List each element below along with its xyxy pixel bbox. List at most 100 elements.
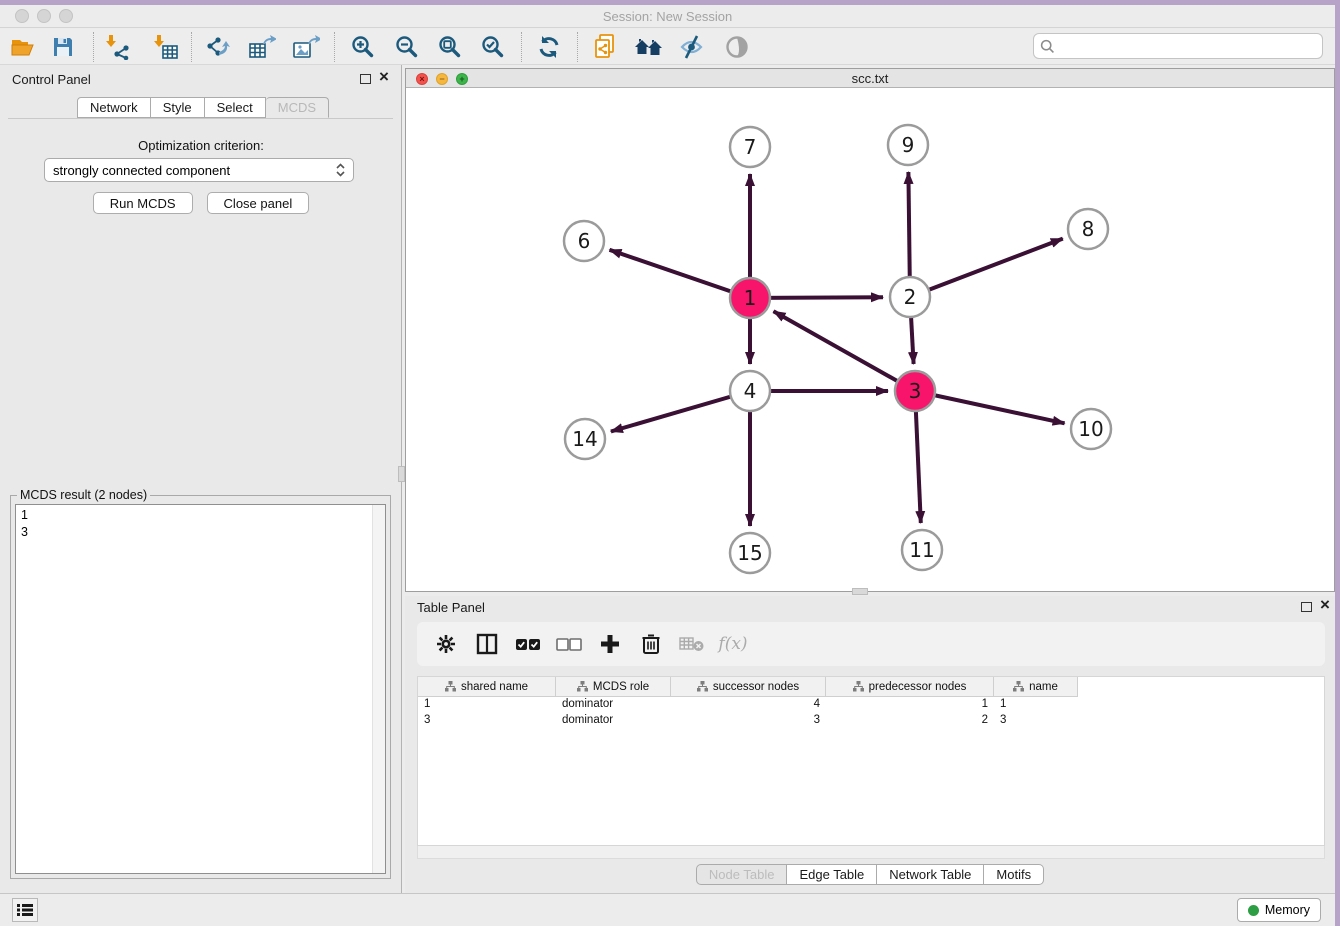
node-9[interactable]: 9 (888, 125, 928, 165)
tab-mcds[interactable]: MCDS (266, 97, 329, 118)
panel-divider-grip-vertical[interactable] (398, 466, 405, 482)
select-all-checked-icon[interactable] (515, 631, 541, 657)
column-header-successor-nodes[interactable]: successor nodes (671, 677, 826, 697)
table-cell[interactable]: 1 (418, 697, 556, 713)
close-panel-icon[interactable]: × (379, 68, 389, 86)
application-window: Session: New Session (0, 0, 1340, 926)
node-6[interactable]: 6 (564, 221, 604, 261)
column-header-predecessor-nodes[interactable]: predecessor nodes (826, 677, 994, 697)
node-1[interactable]: 1 (730, 278, 770, 318)
column-type-icon (697, 681, 708, 692)
table-cell[interactable]: 2 (826, 713, 994, 729)
run-mcds-button[interactable]: Run MCDS (93, 192, 193, 214)
control-panel-tabs: NetworkStyleSelectMCDS (77, 97, 329, 118)
network-window-title: scc.txt (406, 71, 1334, 86)
node-15[interactable]: 15 (730, 533, 770, 573)
desktop-edge-right (1335, 0, 1340, 926)
svg-text:8: 8 (1082, 217, 1095, 241)
preview-eye-icon (722, 33, 752, 61)
edge-3-10[interactable] (915, 391, 1065, 423)
edge-2-8[interactable] (910, 239, 1063, 297)
export-image-icon[interactable] (291, 33, 321, 61)
close-table-panel-icon[interactable]: × (1320, 596, 1330, 614)
tab-motifs[interactable]: Motifs (984, 864, 1044, 885)
table-cell[interactable]: 3 (671, 713, 826, 729)
node-3[interactable]: 3 (895, 371, 935, 411)
svg-text:15: 15 (737, 541, 762, 565)
settings-gear-icon[interactable] (433, 631, 459, 657)
tab-edge-table[interactable]: Edge Table (787, 864, 877, 885)
panel-divider-grip-horizontal[interactable] (852, 588, 868, 595)
node-11[interactable]: 11 (902, 530, 942, 570)
zoom-out-icon[interactable] (392, 33, 422, 61)
task-history-button[interactable] (12, 898, 38, 922)
memory-status-icon (1248, 905, 1259, 916)
column-header-name[interactable]: name (994, 677, 1078, 697)
export-network-icon[interactable] (203, 33, 233, 61)
mcds-result-scrollbar[interactable] (372, 505, 385, 873)
table-cell[interactable]: 3 (418, 713, 556, 729)
table-cell[interactable]: dominator (556, 713, 671, 729)
tab-network[interactable]: Network (77, 97, 151, 118)
svg-text:1: 1 (744, 286, 757, 310)
zoom-in-icon[interactable] (348, 33, 378, 61)
table-cell[interactable]: 1 (994, 697, 1078, 713)
table-row[interactable]: 3dominator323 (418, 713, 1324, 729)
table-cell[interactable]: 3 (994, 713, 1078, 729)
export-table-icon[interactable] (247, 33, 277, 61)
refresh-view-icon[interactable] (534, 33, 564, 61)
optimization-criterion-select[interactable]: strongly connected component (44, 158, 354, 182)
table-row[interactable]: 1dominator411 (418, 697, 1324, 713)
edge-1-6[interactable] (610, 250, 751, 298)
svg-text:9: 9 (902, 133, 915, 157)
float-panel-icon[interactable] (360, 74, 371, 84)
global-search-field[interactable] (1033, 33, 1323, 59)
column-type-icon (445, 681, 456, 692)
toggle-hide-icon[interactable] (677, 33, 707, 61)
column-header-MCDS-role[interactable]: MCDS role (556, 677, 671, 697)
svg-text:3: 3 (909, 379, 922, 403)
svg-text:6: 6 (578, 229, 591, 253)
node-10[interactable]: 10 (1071, 409, 1111, 449)
close-panel-button[interactable]: Close panel (207, 192, 310, 214)
optimization-criterion-label: Optimization criterion: (0, 138, 402, 153)
node-2[interactable]: 2 (890, 277, 930, 317)
edge-4-14[interactable] (611, 391, 750, 432)
deselect-all-icon[interactable] (556, 631, 582, 657)
tab-select[interactable]: Select (205, 97, 266, 118)
return-to-home-icon[interactable] (634, 33, 664, 61)
memory-label: Memory (1265, 903, 1310, 917)
import-network-icon[interactable] (103, 33, 133, 61)
import-table-icon[interactable] (151, 33, 181, 61)
table-cell[interactable]: 4 (671, 697, 826, 713)
network-window-titlebar[interactable]: × − + scc.txt (406, 69, 1334, 88)
table-cell[interactable]: 1 (826, 697, 994, 713)
tab-node-table[interactable]: Node Table (696, 864, 788, 885)
toolbar-separator (577, 32, 578, 62)
mcds-result-title: MCDS result (2 nodes) (17, 488, 150, 502)
float-table-panel-icon[interactable] (1301, 602, 1312, 612)
open-file-icon[interactable] (8, 33, 38, 61)
node-4[interactable]: 4 (730, 371, 770, 411)
mcds-result-text[interactable]: 1 3 (15, 504, 386, 874)
tab-network-table[interactable]: Network Table (877, 864, 984, 885)
column-layout-icon[interactable] (474, 631, 500, 657)
delete-column-icon[interactable] (638, 631, 664, 657)
memory-button[interactable]: Memory (1237, 898, 1321, 922)
edge-3-1[interactable] (774, 311, 916, 391)
node-7[interactable]: 7 (730, 127, 770, 167)
copy-view-icon[interactable] (590, 33, 620, 61)
node-8[interactable]: 8 (1068, 209, 1108, 249)
network-canvas[interactable]: 7 9 6 8 1 2 4 3 14 10 15 11 (406, 88, 1334, 591)
tab-style[interactable]: Style (151, 97, 205, 118)
svg-text:2: 2 (904, 285, 917, 309)
node-14[interactable]: 14 (565, 419, 605, 459)
search-input[interactable] (1059, 39, 1322, 54)
zoom-fit-icon[interactable] (435, 33, 465, 61)
column-header-shared-name[interactable]: shared name (418, 677, 556, 697)
table-cell[interactable]: dominator (556, 697, 671, 713)
add-column-icon[interactable] (597, 631, 623, 657)
table-horizontal-scrollbar[interactable] (417, 846, 1325, 859)
zoom-selected-icon[interactable] (478, 33, 508, 61)
save-session-icon[interactable] (48, 33, 78, 61)
